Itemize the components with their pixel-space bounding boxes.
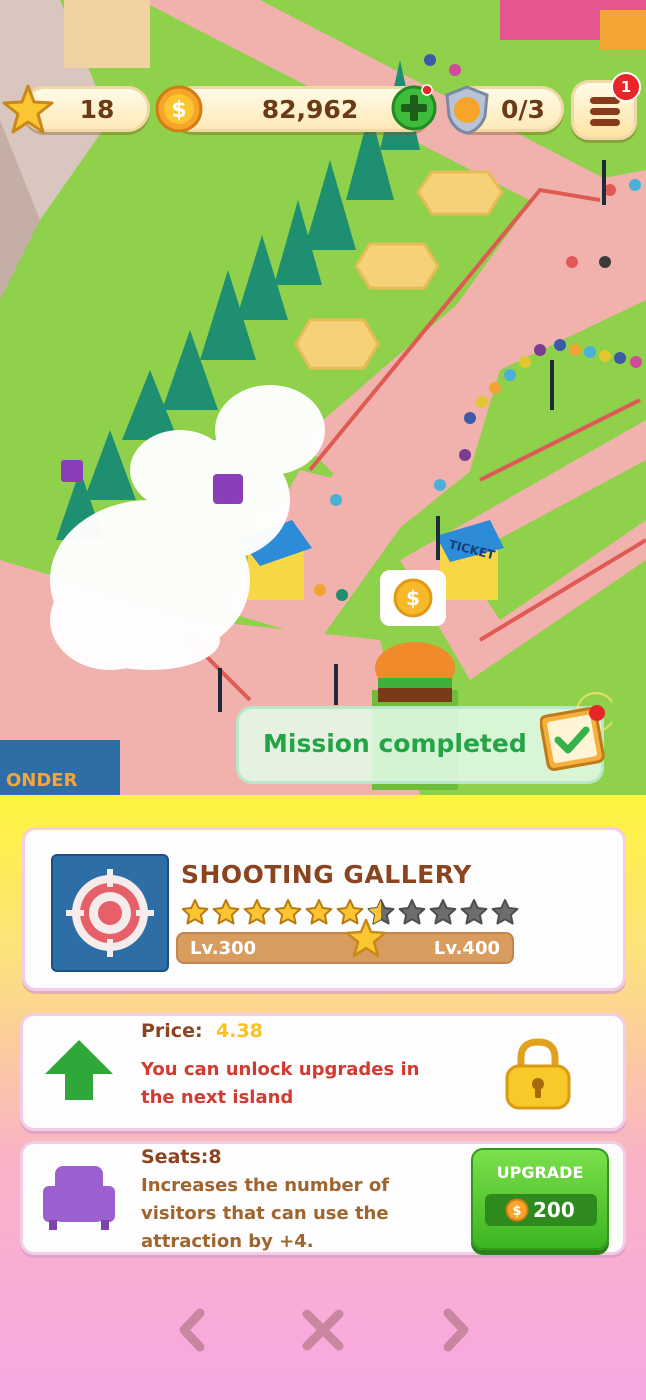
level-end: Lv.400 <box>433 938 500 959</box>
attraction-info-card: SHOOTING GALLERY Lv.300 Lv.400 <box>22 827 626 991</box>
target-icon <box>66 869 154 957</box>
star-empty-icon <box>398 899 426 925</box>
attraction-name: SHOOTING GALLERY <box>181 860 472 889</box>
upgrade-cost: 200 <box>533 1198 575 1222</box>
level-start: Lv.300 <box>190 938 257 959</box>
star-icon <box>2 84 54 134</box>
svg-text:$: $ <box>171 98 186 123</box>
attraction-icon-tile <box>51 854 169 972</box>
star-count: 18 <box>79 94 115 124</box>
upgrade-cost-box: $ 200 <box>485 1194 597 1226</box>
price-label: Price: <box>141 1020 203 1042</box>
upgrade-label: UPGRADE <box>496 1163 584 1182</box>
add-coins-icon[interactable] <box>390 84 438 132</box>
shield-gem-icon <box>445 85 489 135</box>
seats-card: Seats:8 Increases the number of visitors… <box>20 1141 626 1255</box>
previous-arrow-icon[interactable] <box>168 1305 218 1355</box>
clipboard-check-icon <box>540 692 612 772</box>
price-value: 4.38 <box>216 1020 263 1042</box>
upgrade-button[interactable]: UPGRADE $ 200 <box>471 1148 609 1250</box>
attraction-panel: SHOOTING GALLERY Lv.300 Lv.400 Price: 4.… <box>0 795 646 1400</box>
svg-text:$: $ <box>406 586 420 610</box>
coin-icon: $ <box>155 85 203 133</box>
level-marker-star-icon <box>345 918 387 958</box>
arrow-up-icon <box>45 1040 113 1100</box>
star-empty-icon <box>429 899 457 925</box>
seats-label: Seats:8 <box>141 1146 222 1168</box>
mission-text: Mission completed <box>263 729 527 758</box>
notification-badge: 1 <box>611 72 641 102</box>
star-empty-icon <box>460 899 488 925</box>
star-filled-icon <box>182 899 209 925</box>
price-locked-note: You can unlock upgrades in the next isla… <box>141 1059 420 1108</box>
coin-icon: $ <box>505 1198 529 1222</box>
seats-description: Increases the number of visitors that ca… <box>141 1175 390 1252</box>
armchair-icon <box>43 1166 115 1230</box>
star-filled-icon <box>305 899 333 925</box>
price-card: Price: 4.38 You can unlock upgrades in t… <box>20 1013 626 1131</box>
svg-text:$: $ <box>512 1204 521 1219</box>
coin-count: 82,962 <box>261 94 359 124</box>
star-filled-icon <box>274 899 302 925</box>
close-icon[interactable] <box>298 1305 348 1355</box>
wonder-sign-text: ONDER <box>6 770 78 791</box>
star-empty-icon <box>491 899 519 925</box>
next-arrow-icon[interactable] <box>430 1305 480 1355</box>
lock-icon <box>505 1038 571 1110</box>
gem-count: 0/3 <box>501 94 545 124</box>
star-filled-icon <box>212 899 240 925</box>
game-scene[interactable]: TICKET $ ONDER 18 82,962 $ 0/3 1 Mission… <box>0 0 646 795</box>
star-filled-icon <box>243 899 271 925</box>
